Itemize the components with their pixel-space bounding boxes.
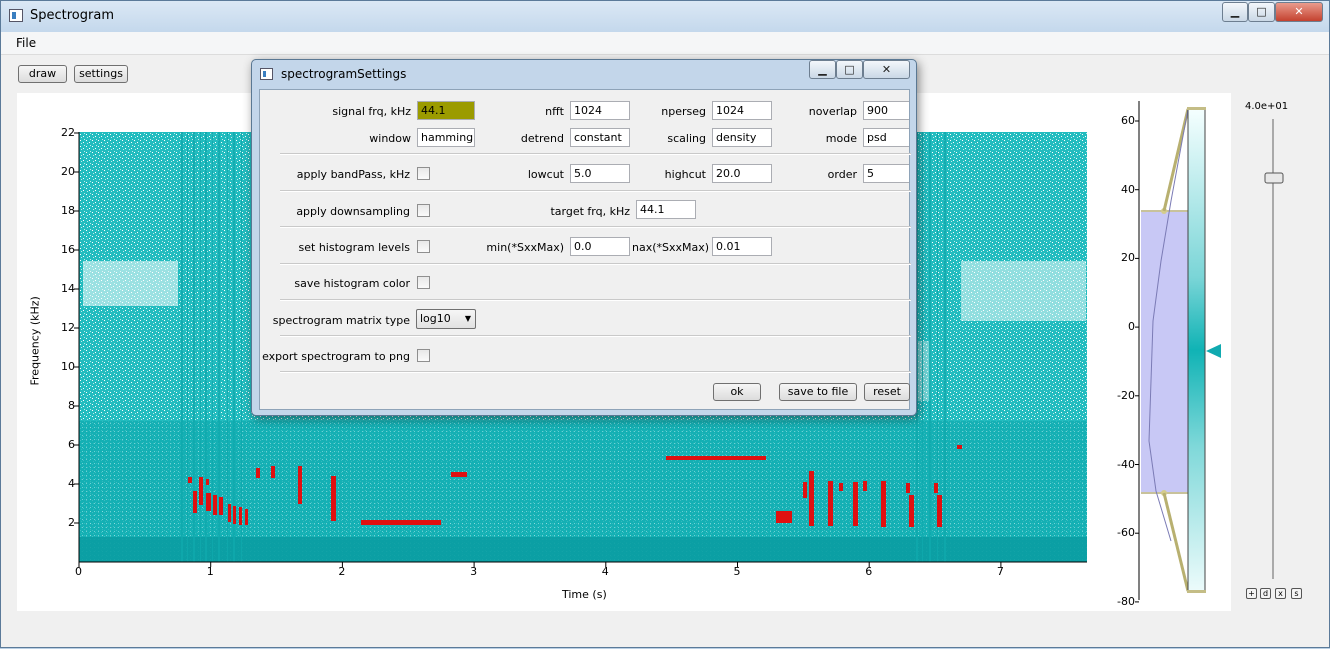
downsampling-checkbox[interactable] bbox=[417, 204, 430, 217]
s-button[interactable]: s bbox=[1291, 588, 1302, 599]
target-frq-input[interactable]: 44.1 bbox=[636, 200, 696, 219]
scaling-label: scaling bbox=[667, 132, 706, 145]
histogram-region[interactable] bbox=[1141, 211, 1188, 493]
settings-dialog: spectrogramSettings ▁ □ ✕ signal frq, kH… bbox=[251, 59, 917, 416]
matrix-type-value: log10 bbox=[420, 312, 451, 325]
separator bbox=[280, 226, 911, 228]
histogram-tick-label: 0 bbox=[1128, 320, 1135, 334]
bandpass-label: apply bandPass, kHz bbox=[296, 168, 410, 181]
x-tick-label: 2 bbox=[338, 565, 346, 578]
nfft-label: nfft bbox=[545, 105, 564, 118]
separator bbox=[280, 190, 911, 192]
dialog-maximize-button[interactable]: □ bbox=[836, 60, 863, 79]
level-value: 4.0e+01 bbox=[1245, 101, 1289, 112]
x-button[interactable]: x bbox=[1275, 588, 1286, 599]
min-input[interactable]: 0.0 bbox=[570, 237, 630, 256]
level-slider-handle[interactable] bbox=[1264, 172, 1284, 184]
ok-button[interactable]: ok bbox=[713, 383, 761, 401]
histogram-tick-label: -40 bbox=[1117, 457, 1135, 471]
histogram-levels-label: set histogram levels bbox=[298, 241, 410, 254]
x-tick-label: 1 bbox=[206, 565, 214, 578]
histogram-tick-label: -80 bbox=[1117, 594, 1135, 608]
downsampling-label: apply downsampling bbox=[296, 205, 410, 218]
y-tick-label: 10 bbox=[61, 360, 75, 373]
y-tick-label: 8 bbox=[68, 399, 75, 412]
histogram-tick-label: 60 bbox=[1121, 114, 1135, 127]
separator bbox=[280, 263, 911, 265]
reset-button[interactable]: reset bbox=[864, 383, 910, 401]
separator bbox=[280, 153, 911, 155]
separator bbox=[280, 335, 911, 337]
export-png-checkbox[interactable] bbox=[417, 349, 430, 362]
x-tick-label: 4 bbox=[601, 565, 609, 578]
histogram-tick-label: -60 bbox=[1117, 526, 1135, 540]
x-tick-label: 3 bbox=[470, 565, 478, 578]
dialog-icon bbox=[260, 68, 273, 80]
y-tick-label: 2 bbox=[68, 516, 75, 529]
chevron-down-icon: ▼ bbox=[464, 314, 471, 323]
matrix-type-select[interactable]: log10 ▼ bbox=[416, 309, 476, 329]
histogram-tick-label: 40 bbox=[1121, 182, 1135, 196]
x-tick-label: 7 bbox=[996, 565, 1004, 578]
nperseg-input[interactable]: 1024 bbox=[712, 101, 772, 120]
dialog-close-button[interactable]: ✕ bbox=[863, 60, 910, 79]
save-to-file-button[interactable]: save to file bbox=[779, 383, 857, 401]
x-axis-label: Time (s) bbox=[562, 588, 607, 601]
y-tick-label: 16 bbox=[61, 243, 75, 256]
highcut-input[interactable]: 20.0 bbox=[712, 164, 772, 183]
save-hist-color-checkbox[interactable] bbox=[417, 276, 430, 289]
separator bbox=[280, 371, 911, 373]
gradient-tick-icon[interactable] bbox=[1206, 344, 1221, 358]
target-frq-label: target frq, kHz bbox=[550, 205, 630, 218]
signal-frq-label: signal frq, kHz bbox=[332, 105, 411, 118]
lowcut-label: lowcut bbox=[527, 168, 564, 181]
signal-frq-input[interactable]: 44.1 bbox=[417, 101, 475, 120]
highcut-label: highcut bbox=[664, 168, 706, 181]
y-tick-label: 6 bbox=[68, 438, 75, 451]
histogram-tick-label: 20 bbox=[1121, 251, 1135, 265]
save-hist-color-label: save histogram color bbox=[294, 277, 410, 290]
order-input[interactable]: 5 bbox=[863, 164, 909, 183]
matrix-type-label: spectrogram matrix type bbox=[272, 314, 410, 327]
y-tick-label: 14 bbox=[61, 282, 75, 295]
x-tick-label: 6 bbox=[865, 565, 873, 578]
scaling-input[interactable]: density bbox=[712, 128, 772, 147]
mode-label: mode bbox=[825, 132, 857, 145]
main-window: Spectrogram ▁ □ ✕ File draw settings 0 1… bbox=[0, 0, 1330, 648]
noverlap-input[interactable]: 900 bbox=[863, 101, 909, 120]
histogram-tick-label: -20 bbox=[1117, 388, 1135, 402]
y-axis-label: Frequency (kHz) bbox=[28, 296, 42, 386]
dialog-minimize-button[interactable]: ▁ bbox=[809, 60, 836, 79]
mode-input[interactable]: psd bbox=[863, 128, 909, 147]
order-label: order bbox=[827, 168, 857, 181]
x-tick-label: 5 bbox=[733, 565, 741, 578]
y-tick-label: 12 bbox=[61, 321, 75, 334]
d-button[interactable]: d bbox=[1260, 588, 1271, 599]
dialog-title: spectrogramSettings bbox=[281, 67, 407, 81]
max-label: nax(*SxxMax) bbox=[632, 241, 710, 254]
y-tick-label: 20 bbox=[61, 165, 75, 178]
detrend-input[interactable]: constant bbox=[570, 128, 630, 147]
dialog-body: signal frq, kHz 44.1 nfft 1024 nperseg 1… bbox=[259, 89, 911, 410]
separator bbox=[280, 299, 911, 301]
window-label: window bbox=[369, 132, 411, 145]
y-tick-label: 18 bbox=[61, 204, 75, 217]
x-tick-label: 0 bbox=[75, 565, 82, 578]
bandpass-checkbox[interactable] bbox=[417, 167, 430, 180]
y-tick-label: 4 bbox=[68, 477, 75, 490]
nperseg-label: nperseg bbox=[661, 105, 706, 118]
histogram-levels-checkbox[interactable] bbox=[417, 240, 430, 253]
color-gradient-bar[interactable] bbox=[1187, 108, 1206, 592]
zoom-in-button[interactable]: + bbox=[1246, 588, 1257, 599]
export-png-label: export spectrogram to png bbox=[262, 350, 410, 363]
window-input[interactable]: hamming bbox=[417, 128, 475, 147]
detrend-label: detrend bbox=[520, 132, 564, 145]
lowcut-input[interactable]: 5.0 bbox=[570, 164, 630, 183]
max-input[interactable]: 0.01 bbox=[712, 237, 772, 256]
nfft-input[interactable]: 1024 bbox=[570, 101, 630, 120]
y-tick-label: 22 bbox=[61, 126, 75, 139]
noverlap-label: noverlap bbox=[808, 105, 857, 118]
min-label: min(*SxxMax) bbox=[486, 241, 564, 254]
